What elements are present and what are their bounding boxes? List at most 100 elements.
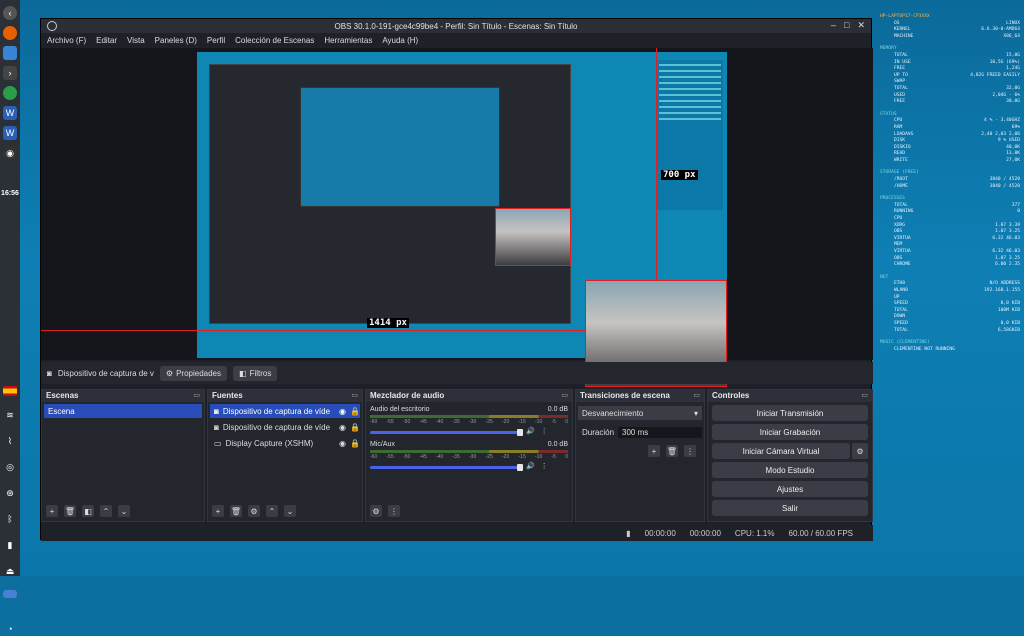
transition-select[interactable]: Desvanecimiento ▾ xyxy=(578,406,702,420)
status-bar: ▮ 00:00:00 00:00:00 CPU: 1.1% 60.00 / 60… xyxy=(41,525,873,541)
preview-area[interactable]: 700 px 1414 px xyxy=(41,48,873,387)
obs-tray-icon[interactable]: ◎ xyxy=(3,460,17,474)
add-scene-button[interactable]: + xyxy=(46,505,58,517)
steam-icon[interactable]: ⊛ xyxy=(3,486,17,500)
conky-status-row: RAM 69% xyxy=(894,124,1020,130)
settings-button[interactable]: Ajustes xyxy=(712,481,868,497)
paperclip-icon[interactable]: ⌇ xyxy=(3,434,17,448)
mixer-settings-button[interactable]: ⚙ xyxy=(370,505,382,517)
filters-button[interactable]: ◧ Filtros xyxy=(233,365,278,381)
dock-menu-icon[interactable]: ▭ xyxy=(561,390,568,402)
exit-button[interactable]: Salir xyxy=(712,500,868,516)
menu-vista[interactable]: Vista xyxy=(127,36,145,45)
workspace-icon[interactable] xyxy=(3,590,17,598)
mixer-menu-button[interactable]: ⋮ xyxy=(388,505,400,517)
eye-icon[interactable]: ◉ xyxy=(339,407,346,416)
channel-menu-icon[interactable]: ⋮ xyxy=(541,427,548,435)
meter-ticks: -60 -55 -50 -45 -40 -35 -30 -25 -20 -15 -10 -5 0 xyxy=(370,419,568,425)
studio-mode-button[interactable]: Modo Estudio xyxy=(712,462,868,478)
gauge-icon[interactable]: ◔ xyxy=(3,622,17,636)
distance-label-horizontal: 1414 px xyxy=(367,318,409,328)
close-icon[interactable]: ✕ xyxy=(857,20,865,31)
conky-processes-row: OBS 1.07 3.25 xyxy=(894,229,1020,235)
menu-coleccion[interactable]: Colección de Escenas xyxy=(235,36,314,45)
add-transition-button[interactable]: + xyxy=(648,445,660,457)
remove-source-button[interactable]: 🗑 xyxy=(230,505,242,517)
conky-storage-row: /ROOT 3840 / 4520 xyxy=(894,177,1020,183)
minimize-icon[interactable]: – xyxy=(831,20,836,31)
dock-menu-icon[interactable]: ▭ xyxy=(693,390,700,402)
obs-logo-icon xyxy=(47,21,57,31)
conky-processes-row: CHROME 6.00 2.35 xyxy=(894,262,1020,268)
lock-icon[interactable]: 🔒 xyxy=(350,423,360,432)
add-source-button[interactable]: + xyxy=(212,505,224,517)
start-streaming-button[interactable]: Iniciar Transmisión xyxy=(712,405,868,421)
word-icon-2[interactable]: W xyxy=(3,126,17,140)
webcam-source-small[interactable] xyxy=(495,208,571,266)
menu-paneles[interactable]: Paneles (D) xyxy=(155,36,197,45)
titlebar: OBS 30.1.0-191-gce4c99be4 - Perfil: Sin … xyxy=(41,19,871,33)
conky-music-title: MUSIC (CLEMENTINE) xyxy=(880,340,930,346)
conky-monitor: HP-LAPTOP17-CP3XXX OS LINUX KERNEL 6.6.30-0… xyxy=(880,14,1020,353)
wifi-icon[interactable]: ≋ xyxy=(3,408,17,422)
conky-net-row: ETH0 N/O ADDRESS xyxy=(894,281,1020,287)
properties-button[interactable]: ⚙ Propiedades xyxy=(159,365,227,381)
scenes-dock: Escenas ▭ Escena + 🗑 ◧ ⌃ ⌄ xyxy=(41,389,205,522)
conky-music-status: CLEMENTINE NOT RUNNING xyxy=(894,346,955,352)
move-down-button[interactable]: ⌄ xyxy=(284,505,296,517)
speaker-icon[interactable]: 🔊 xyxy=(526,462,535,470)
selected-source-name: Dispositivo de captura de v xyxy=(57,368,154,378)
sources-dock: Fuentes ▭ ◙ Dispositivo de captura de víde… xyxy=(207,389,363,522)
channel-menu-icon[interactable]: ⋮ xyxy=(541,462,548,470)
scene-item[interactable]: Escena xyxy=(44,404,202,418)
source-item[interactable]: ▭ Display Capture (XSHM) ◉ 🔒 xyxy=(210,436,360,450)
dock-menu-icon[interactable]: ▭ xyxy=(861,390,868,402)
conky-processes-row: VIRTUA 6.32 46.03 xyxy=(894,249,1020,254)
eye-icon[interactable]: ◉ xyxy=(339,439,346,448)
terminal-icon[interactable]: › xyxy=(3,66,17,80)
folder-icon[interactable] xyxy=(3,46,17,60)
dock-menu-icon[interactable]: ▭ xyxy=(193,390,200,402)
move-up-button[interactable]: ⌃ xyxy=(266,505,278,517)
lock-icon[interactable]: 🔒 xyxy=(350,439,360,448)
source-settings-button[interactable]: ⚙ xyxy=(248,505,260,517)
conky-memory-row: TOTAL 32,0G xyxy=(894,85,1020,91)
guide-line-vertical xyxy=(656,48,657,280)
eye-icon[interactable]: ◉ xyxy=(339,423,346,432)
move-up-button[interactable]: ⌃ xyxy=(100,505,112,517)
menu-archivo[interactable]: Archivo (F) xyxy=(47,36,86,45)
firefox-icon[interactable] xyxy=(3,26,17,40)
move-down-button[interactable]: ⌄ xyxy=(118,505,130,517)
word-icon[interactable]: W xyxy=(3,106,17,120)
start-virtual-camera-button[interactable]: Iniciar Cámara Virtual xyxy=(712,443,850,459)
obs-icon[interactable]: ◉ xyxy=(3,146,17,160)
menu-ayuda[interactable]: Ayuda (H) xyxy=(382,36,418,45)
menu-editar[interactable]: Editar xyxy=(96,36,117,45)
volume-slider[interactable] xyxy=(370,429,523,436)
source-item[interactable]: ◙ Dispositivo de captura de víde ◉ 🔒 xyxy=(210,404,360,418)
conky-memory-row: TOTAL 15,0G xyxy=(894,52,1020,58)
transitions-title: Transiciones de escena xyxy=(580,391,670,400)
bluetooth-icon[interactable]: ᛒ xyxy=(3,512,17,526)
dock-menu-icon[interactable]: ▭ xyxy=(351,390,358,402)
remove-scene-button[interactable]: 🗑 xyxy=(64,505,76,517)
duration-input[interactable]: 300 ms xyxy=(618,426,702,438)
transition-menu-button[interactable]: ⋮ xyxy=(684,445,696,457)
remove-transition-button[interactable]: 🗑 xyxy=(666,445,678,457)
camera-icon: ◙ xyxy=(47,368,52,378)
maximize-icon[interactable]: □ xyxy=(844,20,849,31)
conky-net-row: WLAN0 192.168.1.155 xyxy=(894,287,1020,293)
volume-slider[interactable] xyxy=(370,464,523,471)
lock-icon[interactable]: 🔒 xyxy=(350,407,360,416)
chrome-icon[interactable] xyxy=(3,86,17,100)
virtual-camera-settings-icon[interactable]: ⚙ xyxy=(852,443,868,459)
mixer-title: Mezclador de audio xyxy=(370,391,445,400)
menu-perfil[interactable]: Perfil xyxy=(207,36,225,45)
audio-mixer-dock: Mezclador de audio ▭ Audio del escritorio… xyxy=(365,389,573,522)
speaker-icon[interactable]: 🔊 xyxy=(526,427,535,435)
back-arrow-icon[interactable]: ‹ xyxy=(3,6,17,20)
scene-filter-button[interactable]: ◧ xyxy=(82,505,94,517)
source-item[interactable]: ◙ Dispositivo de captura de víde ◉ 🔒 xyxy=(210,420,360,434)
start-recording-button[interactable]: Iniciar Grabación xyxy=(712,424,868,440)
menu-herramientas[interactable]: Herramientas xyxy=(324,36,372,45)
